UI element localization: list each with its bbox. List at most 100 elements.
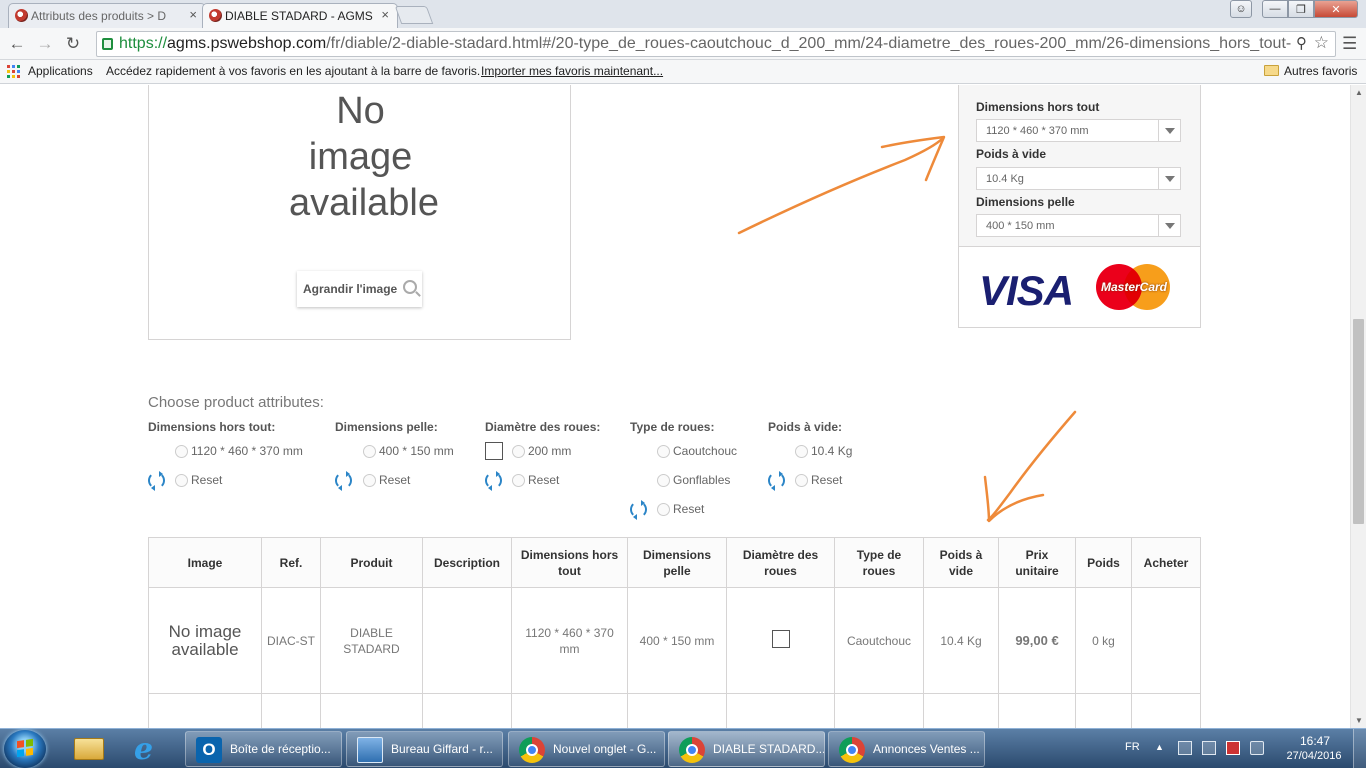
reset-icon[interactable] xyxy=(335,471,352,491)
action-center-flag-icon[interactable] xyxy=(1226,741,1240,755)
bookmarks-bar: Applications Accédez rapidement à vos fa… xyxy=(0,60,1366,84)
attr-radio-reset[interactable]: Reset xyxy=(363,473,410,487)
cell-produit xyxy=(320,693,423,728)
device-icon[interactable] xyxy=(1202,741,1216,755)
other-favorites-folder[interactable]: Autres favoris xyxy=(1264,64,1357,78)
cell-image xyxy=(148,693,262,728)
column-header-description: Description xyxy=(422,537,512,588)
reset-icon[interactable] xyxy=(630,500,647,520)
cell-image[interactable]: No image available xyxy=(148,587,262,694)
apps-link[interactable]: Applications xyxy=(28,64,93,78)
column-header-ref: Ref. xyxy=(261,537,321,588)
attr-radio-400x150[interactable]: 400 * 150 mm xyxy=(363,444,454,458)
task-chrome-diable[interactable]: DIABLE STADARD... xyxy=(668,731,825,767)
cell-poids: 0 kg xyxy=(1075,587,1132,694)
search-icon[interactable]: ⚲ xyxy=(1296,34,1307,52)
select-poids-vide[interactable]: 10.4 Kg xyxy=(976,167,1181,190)
pinned-explorer[interactable] xyxy=(62,732,112,766)
scrollbar-thumb[interactable] xyxy=(1353,319,1364,524)
other-favorites-label: Autres favoris xyxy=(1284,64,1358,78)
restore-window-button[interactable]: ❐ xyxy=(1288,0,1314,18)
task-chrome-annonces[interactable]: Annonces Ventes ... xyxy=(828,731,985,767)
prestashop-favicon-icon xyxy=(15,9,28,22)
magnifier-icon xyxy=(403,280,417,294)
forward-arrow-icon[interactable]: → xyxy=(34,34,56,54)
show-desktop-button[interactable] xyxy=(1353,729,1366,768)
attr-radio-reset[interactable]: Reset xyxy=(512,473,559,487)
reload-icon[interactable]: ↻ xyxy=(62,34,84,54)
cell-dimensions-hors-tout xyxy=(511,693,628,728)
close-tab-icon[interactable]: × xyxy=(189,7,197,22)
attr-radio-200mm[interactable]: 200 mm xyxy=(512,444,571,458)
product-combinations-table: Image Ref. Produit Description Dimension… xyxy=(148,537,1201,728)
bookmark-star-icon[interactable]: ☆ xyxy=(1314,33,1329,53)
import-bookmarks-link[interactable]: Importer mes favoris maintenant... xyxy=(481,64,663,78)
language-indicator[interactable]: FR xyxy=(1125,741,1140,753)
browser-tab-diable[interactable]: DIABLE STADARD - AGMS × xyxy=(202,3,398,28)
url-scheme: https:// xyxy=(119,35,168,52)
close-tab-icon[interactable]: × xyxy=(381,7,389,22)
windows-logo-icon xyxy=(17,738,33,758)
attr-radio-reset[interactable]: Reset xyxy=(795,473,842,487)
reset-icon[interactable] xyxy=(148,471,165,491)
back-arrow-icon[interactable]: ← xyxy=(6,34,28,54)
cell-dimensions-pelle: 400 * 150 mm xyxy=(627,587,727,694)
task-outlook[interactable]: O Boîte de réceptio... xyxy=(185,731,342,767)
minimize-window-button[interactable]: — xyxy=(1262,0,1288,18)
chrome-icon xyxy=(839,737,865,763)
start-button[interactable] xyxy=(4,730,46,768)
scroll-down-icon[interactable]: ▼ xyxy=(1355,716,1363,725)
close-window-button[interactable]: ✕ xyxy=(1314,0,1358,18)
browser-menu-icon[interactable]: ☰ xyxy=(1342,34,1357,54)
attr-heading-dimensions-hors-tout: Dimensions hors tout: xyxy=(148,420,276,434)
apps-grid-icon[interactable] xyxy=(7,65,20,78)
select-dimensions-hors-tout[interactable]: 1120 * 460 * 370 mm xyxy=(976,119,1181,142)
attr-radio-reset[interactable]: Reset xyxy=(175,473,222,487)
annotation-arrow-down xyxy=(986,410,1077,522)
option-label-poids-vide: Poids à vide xyxy=(976,147,1047,161)
column-header-image: Image xyxy=(148,537,262,588)
select-value: 400 * 150 mm xyxy=(986,220,1055,232)
pinned-internet-explorer[interactable]: e xyxy=(124,732,174,766)
tab-title: DIABLE STADARD - AGMS xyxy=(225,9,373,23)
color-swatch xyxy=(771,629,790,648)
browser-tab-attributs[interactable]: Attributs des produits > D × xyxy=(8,3,206,28)
annotation-arrowhead xyxy=(880,135,946,182)
column-header-poids: Poids xyxy=(1075,537,1132,588)
attr-radio-reset[interactable]: Reset xyxy=(657,502,704,516)
product-options-panel: Dimensions hors tout 1120 * 460 * 370 mm… xyxy=(958,85,1201,328)
cell-ref: DIAC-ST xyxy=(261,587,321,694)
task-chrome-new-tab[interactable]: Nouvel onglet - G... xyxy=(508,731,665,767)
scroll-up-icon[interactable]: ▲ xyxy=(1355,88,1363,97)
cell-dimensions-hors-tout: 1120 * 460 * 370 mm xyxy=(511,587,628,694)
folder-icon xyxy=(74,738,104,760)
secure-lock-icon xyxy=(102,38,113,50)
clock-time[interactable]: 16:47 xyxy=(1290,734,1340,748)
clock-date[interactable]: 27/04/2016 xyxy=(1282,750,1346,762)
page-scrollbar[interactable]: ▲ ▼ xyxy=(1350,85,1366,728)
address-bar[interactable]: https://agms.pswebshop.com/fr/diable/2-d… xyxy=(96,31,1336,57)
show-hidden-icons-icon[interactable]: ▲ xyxy=(1155,742,1164,752)
zoom-image-button[interactable]: Agrandir l'image xyxy=(297,271,422,307)
select-dimensions-pelle[interactable]: 400 * 150 mm xyxy=(976,214,1181,237)
volume-muted-icon[interactable] xyxy=(1250,741,1264,755)
task-remote-desktop[interactable]: Bureau Giffard - r... xyxy=(346,731,503,767)
reset-icon[interactable] xyxy=(768,471,785,491)
reset-icon[interactable] xyxy=(485,471,502,491)
attr-radio-1120x460x370[interactable]: 1120 * 460 * 370 mm xyxy=(175,444,303,458)
color-swatch[interactable] xyxy=(485,442,503,460)
url-host: agms.pswebshop.com xyxy=(167,35,327,52)
attr-radio-10-4kg[interactable]: 10.4 Kg xyxy=(795,444,852,458)
cell-acheter[interactable] xyxy=(1131,587,1201,694)
column-header-poids-vide: Poids à vide xyxy=(923,537,999,588)
new-tab-button[interactable] xyxy=(394,6,434,24)
network-icon[interactable] xyxy=(1178,741,1192,755)
user-profile-icon[interactable]: ☺ xyxy=(1230,0,1252,18)
attr-radio-gonflables[interactable]: Gonflables xyxy=(657,473,730,487)
browser-tab-strip: Attributs des produits > D × DIABLE STAD… xyxy=(0,0,1366,28)
product-image-frame[interactable]: No image available Agrandir l'image xyxy=(148,85,571,340)
attr-heading-dimensions-pelle: Dimensions pelle: xyxy=(335,420,438,434)
table-row xyxy=(148,693,1201,728)
remote-desktop-icon xyxy=(357,737,383,763)
attr-radio-caoutchouc[interactable]: Caoutchouc xyxy=(657,444,737,458)
